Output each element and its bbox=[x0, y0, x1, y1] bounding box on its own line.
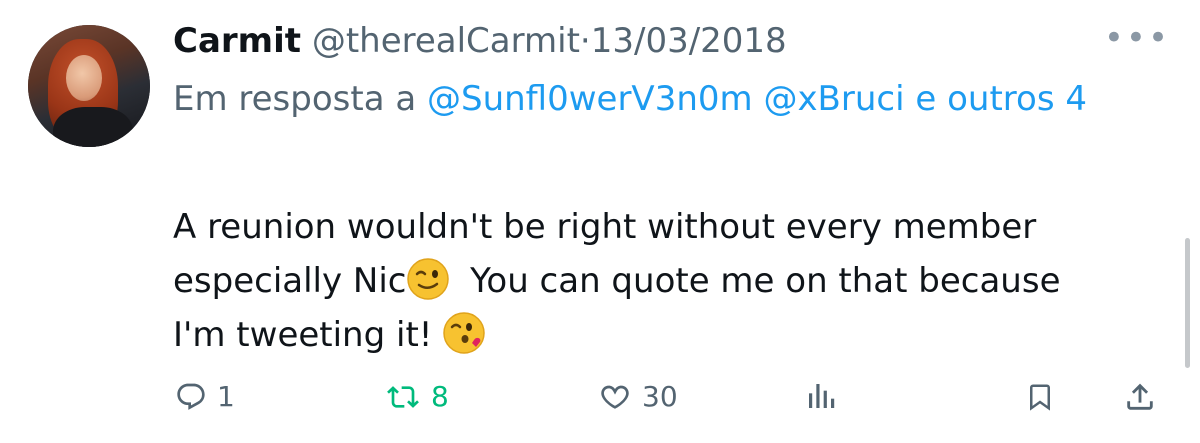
retweet-icon bbox=[387, 385, 419, 408]
tweet-header: Carmit @therealCarmit·13/03/2018 bbox=[173, 20, 787, 62]
retweet-count: 8 bbox=[431, 380, 449, 413]
reply-mention-sunflowervenom[interactable]: @Sunfl0werV3n0m bbox=[427, 79, 753, 119]
avatar-face bbox=[66, 55, 102, 101]
reply-button[interactable]: 1 bbox=[175, 380, 235, 413]
reply-mention-xbruci[interactable]: @xBruci bbox=[763, 79, 904, 119]
like-button[interactable]: 30 bbox=[598, 380, 678, 413]
face-blowing-kiss-emoji-icon bbox=[443, 312, 485, 354]
author-name[interactable]: Carmit bbox=[173, 21, 301, 61]
avatar[interactable] bbox=[28, 25, 150, 147]
like-count: 30 bbox=[642, 380, 678, 413]
tweet-line-2a: especially Nic bbox=[173, 261, 407, 301]
header-separator: · bbox=[579, 21, 591, 61]
views-chart-icon bbox=[809, 384, 835, 408]
reply-others-link[interactable]: e outros 4 bbox=[915, 79, 1087, 119]
scrollbar-thumb[interactable] bbox=[1185, 238, 1190, 368]
tweet-actions: 1 8 30 bbox=[0, 380, 1200, 430]
bookmark-button[interactable] bbox=[1025, 380, 1055, 414]
views-button[interactable] bbox=[805, 380, 837, 412]
bookmark-icon bbox=[1030, 384, 1050, 411]
tweet-line-3: I'm tweeting it! bbox=[173, 308, 1168, 362]
tweet-line-1: A reunion wouldn't be right without ever… bbox=[173, 207, 1037, 247]
tweet-line-3-text: I'm tweeting it! bbox=[173, 315, 433, 355]
tweet-line-2b: You can quote me on that because bbox=[470, 261, 1061, 301]
tweet-date[interactable]: 13/03/2018 bbox=[591, 21, 787, 61]
reply-icon bbox=[177, 383, 205, 410]
reply-prefix: Em resposta a bbox=[173, 79, 417, 119]
tweet-text: A reunion wouldn't be right without ever… bbox=[173, 200, 1168, 362]
avatar-body bbox=[53, 107, 133, 147]
reply-count: 1 bbox=[217, 380, 235, 413]
share-button[interactable] bbox=[1123, 380, 1157, 414]
more-options-icon[interactable]: ••• bbox=[1104, 18, 1170, 58]
winking-face-emoji-icon bbox=[406, 258, 449, 300]
retweet-button[interactable]: 8 bbox=[385, 380, 449, 413]
tweet-line-2: especially Nic You can quote me on that … bbox=[173, 254, 1168, 308]
share-icon bbox=[1127, 383, 1153, 410]
reply-context: Em resposta a @Sunfl0werV3n0m @xBruci e … bbox=[173, 78, 1163, 120]
author-handle[interactable]: @therealCarmit bbox=[312, 21, 580, 61]
heart-icon bbox=[601, 385, 629, 409]
